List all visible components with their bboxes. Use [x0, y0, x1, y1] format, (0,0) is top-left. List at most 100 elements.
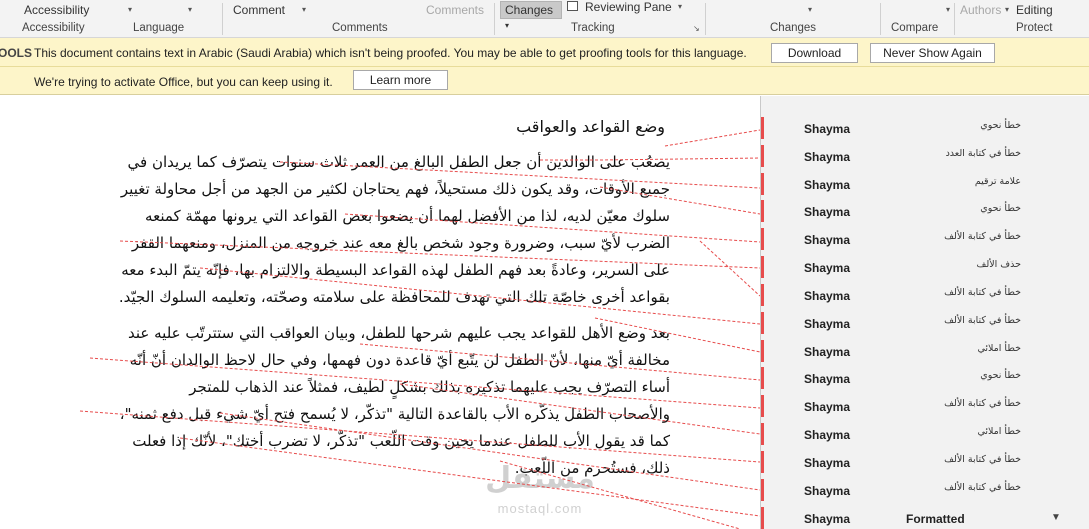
document-line: الضرب لأيّ سبب، وضرورة وجود شخص بالغ معه…: [131, 234, 670, 252]
comment-balloon[interactable]: Shayma خطأ نحوي: [761, 114, 1089, 142]
comment-balloon[interactable]: Shayma خطأ في كتابة الألف: [761, 392, 1089, 420]
comment-balloon[interactable]: Shayma خطأ املائي: [761, 420, 1089, 448]
comment-text: علامة ترقيم: [974, 176, 1021, 187]
comment-author: Shayma: [804, 289, 851, 303]
comment-author: Shayma: [804, 456, 851, 470]
formatted-label: Formatted: [906, 512, 965, 526]
comment-balloon[interactable]: Shayma خطأ في كتابة العدد: [761, 142, 1089, 170]
comment-text: خطأ في كتابة العدد: [945, 148, 1021, 159]
balloon-marker: [761, 200, 764, 222]
group-separator: [222, 3, 223, 35]
restrict-editing-button[interactable]: Editing: [1016, 3, 1053, 17]
accessibility-button[interactable]: Accessibility: [24, 3, 89, 17]
balloon-marker: [761, 256, 764, 278]
comment-author: Shayma: [804, 233, 851, 247]
balloon-marker: [761, 228, 764, 250]
comment-author: Shayma: [804, 484, 851, 498]
comment-text: خطأ نحوي: [980, 203, 1021, 214]
comment-balloon[interactable]: Shayma حذف الألف: [761, 253, 1089, 281]
document-line: يصعُب على الوالدين أن جعل الطفل البالغ م…: [127, 153, 670, 171]
never-show-again-button[interactable]: Never Show Again: [870, 43, 995, 63]
balloon-marker: [761, 145, 764, 167]
learn-more-button[interactable]: Learn more: [353, 70, 448, 90]
changes-dropdown-icon[interactable]: ▾: [808, 5, 812, 14]
comment-author: Shayma: [804, 150, 851, 164]
balloon-marker: [761, 423, 764, 445]
watermark-latin-text: mostaql.com: [497, 501, 583, 516]
document-page[interactable]: وضع القواعد والعواقب يصعُب على الوالدين …: [0, 96, 760, 529]
formatting-balloon[interactable]: Shayma Formatted ▼: [761, 504, 1089, 529]
expand-balloon-icon[interactable]: ▼: [1051, 512, 1061, 523]
document-line: كما قد يقول الأب للطفل عندما يحين وقت ال…: [132, 432, 670, 450]
balloon-marker: [761, 117, 764, 139]
formatting-author: Shayma: [804, 512, 851, 526]
balloon-marker: [761, 367, 764, 389]
comment-balloon[interactable]: Shayma علامة ترقيم: [761, 170, 1089, 198]
tracking-options-launcher-icon[interactable]: ↘: [693, 24, 700, 33]
comment-author: Shayma: [804, 205, 851, 219]
comment-author: Shayma: [804, 122, 851, 136]
document-line: بقواعد أخرى خاصّة تلك التي تهدف للمحافظة…: [118, 288, 670, 306]
balloon-marker: [761, 173, 764, 195]
block-authors-button[interactable]: Authors: [960, 3, 1001, 17]
reviewing-pane-icon: [567, 1, 578, 11]
comment-author: Shayma: [804, 400, 851, 414]
comment-balloon[interactable]: Shayma خطأ في كتابة الألف: [761, 225, 1089, 253]
balloon-marker: [761, 451, 764, 473]
language-options-icon[interactable]: ▾: [188, 5, 192, 14]
comment-balloon[interactable]: Shayma خطأ نحوي: [761, 197, 1089, 225]
download-button[interactable]: Download: [771, 43, 858, 63]
display-for-review-dropdown[interactable]: Changes ▾: [500, 1, 562, 30]
document-line: والأصحاب الطفل يذكّره الأب بالقاعدة التا…: [119, 405, 670, 423]
comment-balloon[interactable]: Shayma خطأ املائي: [761, 337, 1089, 365]
comment-text: خطأ في كتابة الألف: [944, 287, 1021, 298]
document-line: على السرير، وعادةً بعد فهم الطفل لهذه ال…: [121, 261, 670, 279]
comment-author: Shayma: [804, 345, 851, 359]
comment-author: Shayma: [804, 317, 851, 331]
document-line: مخالفة أيّ منها، لأنّ الطفل لن يتّبع أيّ…: [129, 351, 670, 369]
review-ribbon: Accessibility ▾ ▾ Comment ▾ Comments Cha…: [0, 0, 1089, 38]
markup-area: Shayma خطأ نحوي Shayma خطأ في كتابة العد…: [760, 96, 1089, 529]
document-heading: وضع القواعد والعواقب: [516, 117, 665, 136]
comment-author: Shayma: [804, 428, 851, 442]
comment-balloon[interactable]: Shayma خطأ في كتابة الألف: [761, 309, 1089, 337]
language-dropdown-icon[interactable]: ▾: [128, 5, 132, 14]
group-separator: [494, 3, 495, 35]
word-window: Accessibility ▾ ▾ Comment ▾ Comments Cha…: [0, 0, 1089, 529]
comment-balloon[interactable]: Shayma خطأ نحوي: [761, 364, 1089, 392]
comment-balloon[interactable]: Shayma خطأ في كتابة الألف: [761, 448, 1089, 476]
document-line: أساء التصرّف يجب عليهما تذكيره بذلك بشكل…: [189, 378, 670, 396]
comment-text: خطأ نحوي: [980, 370, 1021, 381]
group-label-changes: Changes: [770, 22, 817, 34]
group-label-compare: Compare: [891, 22, 939, 34]
group-label-comments: Comments: [332, 22, 388, 34]
balloon-marker: [761, 312, 764, 334]
watermark-arabic-text: مستقل: [485, 461, 595, 496]
comment-text: خطأ املائي: [977, 343, 1021, 354]
group-label-accessibility: Accessibility: [22, 22, 85, 34]
comment-author: Shayma: [804, 261, 851, 275]
show-comments-button[interactable]: Comments: [426, 3, 484, 17]
activation-message-text: We're trying to activate Office, but you…: [34, 75, 333, 89]
authors-dropdown-icon[interactable]: ▾: [1005, 5, 1009, 14]
document-line: سلوك معيّن لديه، لذا من الأفضل لهما أن ي…: [145, 207, 670, 225]
balloon-marker: [761, 507, 764, 529]
group-label-protect: Protect: [1016, 22, 1053, 34]
mostaql-watermark: مستقل mostaql.com: [470, 461, 610, 521]
reviewing-pane-dropdown-icon[interactable]: ▾: [678, 2, 682, 11]
comment-balloon[interactable]: Shayma خطأ في كتابة الألف: [761, 281, 1089, 309]
reviewing-pane-button[interactable]: Reviewing Pane: [585, 0, 672, 14]
document-line: بعد وضع الأهل للقواعد يجب عليهم شرحها لل…: [128, 324, 670, 342]
message-bar-prefix: OOLS: [0, 46, 33, 60]
new-comment-button[interactable]: Comment: [233, 3, 285, 17]
group-separator: [954, 3, 955, 35]
balloon-marker: [761, 479, 764, 501]
compare-dropdown-icon[interactable]: ▾: [946, 5, 950, 14]
proofing-message-bar: OOLS This document contains text in Arab…: [0, 38, 1089, 67]
document-line: جميع الأوقات، وقد يكون ذلك مستحيلاً، فهم…: [120, 180, 670, 198]
chevron-down-icon: ▾: [505, 21, 510, 30]
group-label-tracking: Tracking: [571, 22, 615, 34]
comment-dropdown-icon[interactable]: ▾: [302, 5, 306, 14]
comment-text: خطأ في كتابة الألف: [944, 454, 1021, 465]
comment-balloon[interactable]: Shayma خطأ في كتابة الألف: [761, 476, 1089, 504]
